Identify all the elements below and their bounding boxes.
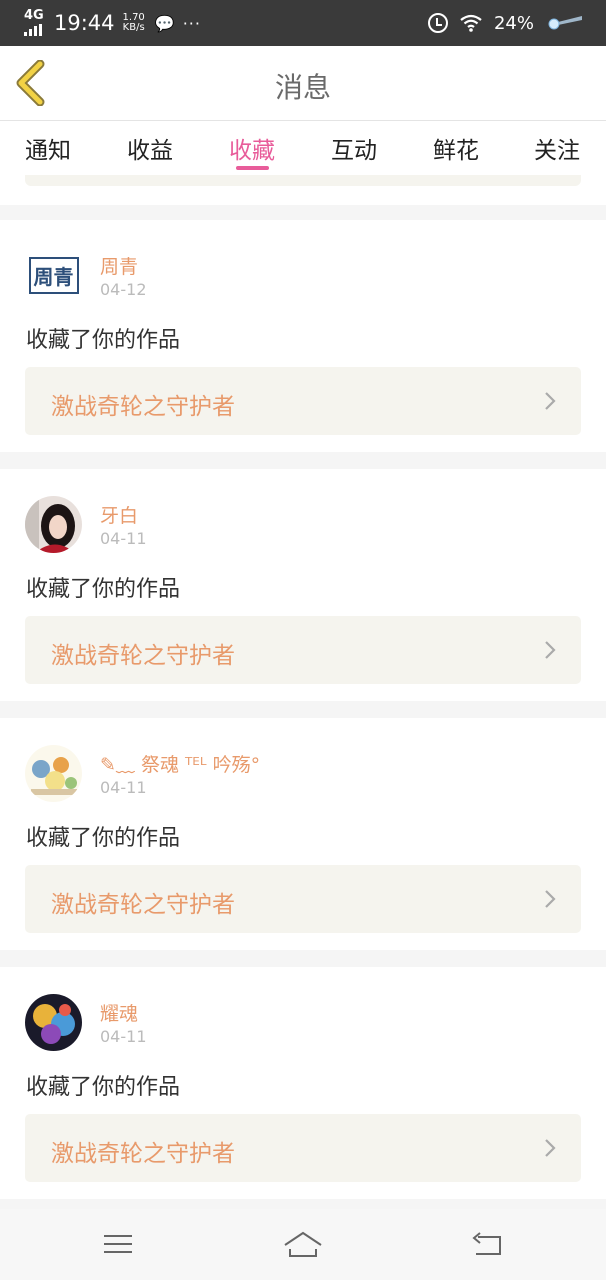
- work-link[interactable]: 激战奇轮之守护者: [25, 865, 581, 933]
- chevron-right-icon: [545, 392, 556, 410]
- menu-button[interactable]: [100, 1229, 140, 1261]
- home-icon: [284, 1231, 322, 1257]
- message-text: 收藏了你的作品: [26, 577, 181, 602]
- user-name[interactable]: 牙白: [100, 501, 138, 528]
- user-name[interactable]: ✎﹏ 祭魂 ᵀᴱᴸ 吟殇°: [100, 750, 260, 777]
- more-notifications: ···: [182, 13, 201, 33]
- message-card: 牙白 04-11 收藏了你的作品 激战奇轮之守护者: [0, 469, 606, 701]
- work-link[interactable]: 激战奇轮之守护者: [25, 616, 581, 684]
- message-text: 收藏了你的作品: [26, 328, 181, 353]
- clock: 19:44: [54, 11, 115, 35]
- user-name[interactable]: 耀魂: [100, 999, 138, 1026]
- active-tab-indicator: [236, 166, 269, 170]
- comet-icon: [548, 16, 582, 30]
- message-card: 周青 周青 04-12 收藏了你的作品 激战奇轮之守护者: [0, 220, 606, 452]
- app-header: 消息: [0, 46, 606, 121]
- return-button[interactable]: [468, 1229, 508, 1261]
- cellular-signal-icon: 4G: [24, 8, 46, 38]
- message-text: 收藏了你的作品: [26, 1075, 181, 1100]
- work-title: 激战奇轮之守护者: [51, 1141, 235, 1167]
- wifi-icon: [460, 14, 482, 32]
- alarm-icon: [427, 13, 448, 33]
- message-date: 04-11: [100, 778, 147, 797]
- message-card: ✎﹏ 祭魂 ᵀᴱᴸ 吟殇° 04-11 收藏了你的作品 激战奇轮之守护者: [0, 718, 606, 950]
- message-date: 04-11: [100, 529, 147, 548]
- work-title: 激战奇轮之守护者: [51, 394, 235, 420]
- avatar[interactable]: [25, 496, 82, 553]
- message-card: 耀魂 04-11 收藏了你的作品 激战奇轮之守护者: [0, 967, 606, 1199]
- menu-icon: [104, 1235, 132, 1253]
- tab-favorites[interactable]: 收藏: [212, 131, 292, 165]
- tab-flowers[interactable]: 鲜花: [416, 131, 496, 165]
- tab-interactions[interactable]: 互动: [314, 131, 394, 165]
- user-name[interactable]: 周青: [100, 252, 138, 279]
- previous-card-peek: [0, 175, 606, 205]
- chevron-right-icon: [545, 1139, 556, 1157]
- message-date: 04-12: [100, 280, 147, 299]
- work-title: 激战奇轮之守护者: [51, 892, 235, 918]
- message-date: 04-11: [100, 1027, 147, 1046]
- battery-level: 24%: [493, 12, 534, 34]
- system-nav-bar: [0, 1209, 606, 1280]
- home-button[interactable]: [283, 1229, 323, 1261]
- wechat-icon: 💬: [154, 13, 175, 33]
- avatar[interactable]: 周青: [25, 247, 82, 304]
- avatar[interactable]: [25, 745, 82, 802]
- work-title: 激战奇轮之守护者: [51, 643, 235, 669]
- tab-notifications[interactable]: 通知: [8, 131, 88, 165]
- tab-follows[interactable]: 关注: [517, 131, 597, 165]
- network-speed: 1.70 KB/s: [122, 12, 145, 33]
- return-icon: [472, 1232, 501, 1255]
- status-bar: 4G 19:44 1.70 KB/s 💬 ··· 24%: [0, 0, 606, 46]
- chevron-right-icon: [545, 641, 556, 659]
- message-tabs: 通知 收益 收藏 互动 鲜花 关注: [0, 121, 606, 175]
- tab-earnings[interactable]: 收益: [110, 131, 190, 165]
- message-text: 收藏了你的作品: [26, 826, 181, 851]
- avatar[interactable]: [25, 994, 82, 1051]
- work-link[interactable]: 激战奇轮之守护者: [25, 1114, 581, 1182]
- chevron-right-icon: [545, 890, 556, 908]
- page-title: 消息: [274, 71, 331, 104]
- work-link[interactable]: 激战奇轮之守护者: [25, 367, 581, 435]
- network-type: 4G: [24, 8, 44, 23]
